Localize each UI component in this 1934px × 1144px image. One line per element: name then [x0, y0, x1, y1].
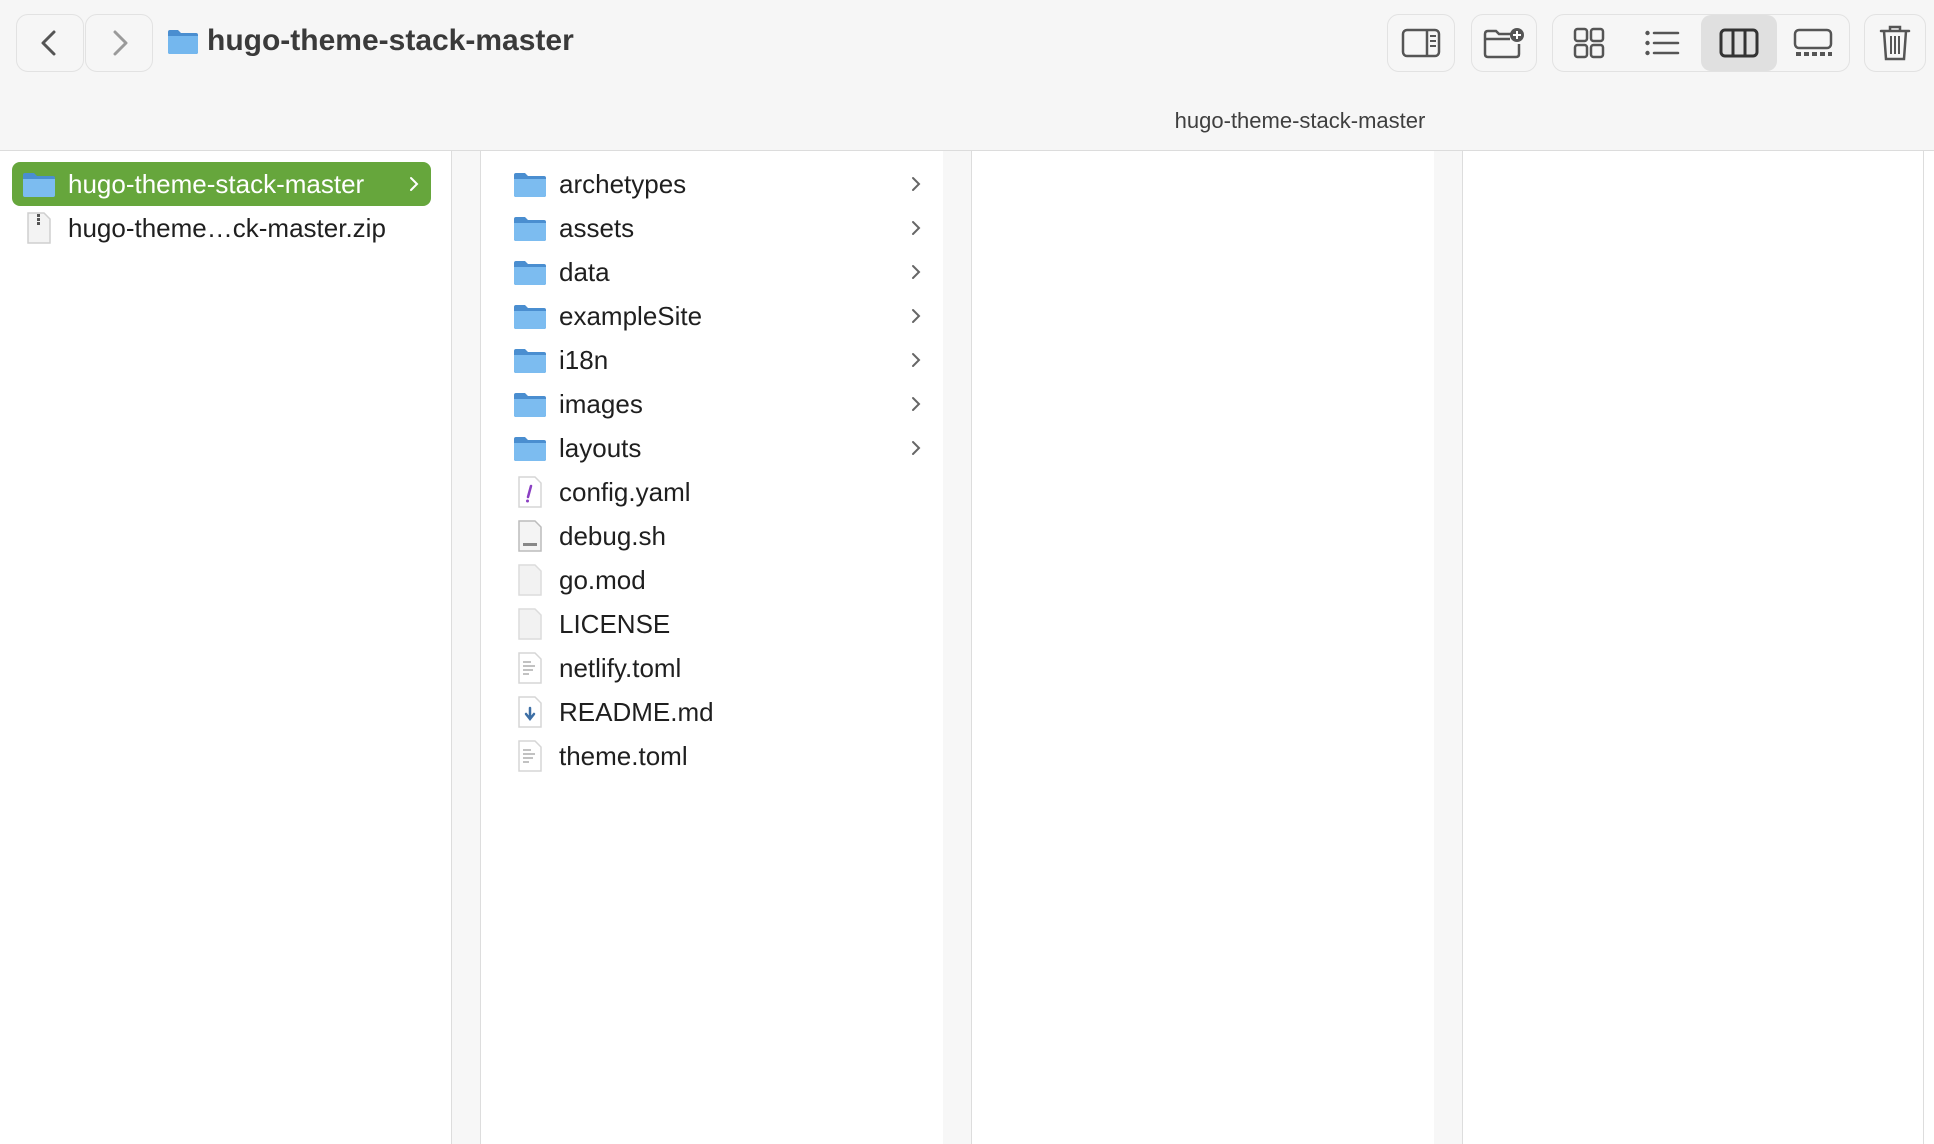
folder-icon: [168, 30, 198, 54]
folder-icon: [22, 170, 56, 198]
column-gap: [943, 151, 971, 1144]
blank-file-icon: [513, 608, 547, 640]
column-view-button[interactable]: [1701, 15, 1777, 71]
list-item-label: exampleSite: [559, 300, 703, 331]
list-item[interactable]: netlify.toml: [513, 646, 933, 690]
list-item[interactable]: debug.sh: [513, 514, 933, 558]
list-item-label: theme.toml: [559, 740, 688, 771]
list-item[interactable]: LICENSE: [513, 602, 933, 646]
list-item-label: data: [559, 256, 610, 287]
column-gap: [452, 151, 480, 1144]
new-folder-icon: [1483, 28, 1524, 59]
markdown-file-icon: [513, 696, 547, 728]
chevron-right-icon: [909, 250, 923, 294]
list-item[interactable]: config.yaml: [513, 470, 933, 514]
gallery-view-icon: [1793, 28, 1833, 56]
gallery-view-button[interactable]: [1777, 15, 1849, 71]
path-label: hugo-theme-stack-master: [1174, 108, 1426, 133]
chevron-right-icon: [909, 294, 923, 338]
grid-view-icon: [1573, 27, 1605, 59]
folder-icon: [513, 346, 547, 374]
column-2[interactable]: archetypes assets data exampleSite i18n …: [480, 151, 944, 1144]
blank-file-icon: [513, 564, 547, 596]
list-item-label: images: [559, 388, 643, 419]
trash-icon: [1879, 25, 1911, 61]
grid-view-button[interactable]: [1553, 15, 1625, 71]
chevron-right-icon: [909, 206, 923, 250]
list-item[interactable]: assets: [513, 206, 933, 250]
folder-icon: [513, 258, 547, 286]
chevron-right-icon: [407, 162, 421, 206]
list-item-label: hugo-theme-stack-master: [68, 168, 365, 199]
folder-icon: [513, 302, 547, 330]
column-4[interactable]: [1462, 151, 1924, 1144]
column-gap: [1434, 151, 1462, 1144]
list-item-label: go.mod: [559, 564, 646, 595]
chevron-right-icon: [909, 426, 923, 470]
list-item-label: hugo-theme…ck-master.zip: [68, 212, 386, 243]
list-item-label: debug.sh: [559, 520, 666, 551]
text-file-icon: [513, 740, 547, 772]
yaml-file-icon: [513, 476, 547, 508]
folder-icon: [513, 170, 547, 198]
list-item[interactable]: exampleSite: [513, 294, 933, 338]
list-item[interactable]: archetypes: [513, 162, 933, 206]
column-1[interactable]: hugo-theme-stack-master hugo-theme…ck-ma…: [0, 151, 452, 1144]
forward-button[interactable]: [85, 14, 153, 72]
list-item[interactable]: go.mod: [513, 558, 933, 602]
list-item[interactable]: data: [513, 250, 933, 294]
chevron-right-icon: [909, 162, 923, 206]
zip-file-icon: [22, 212, 56, 244]
toolbar: hugo-theme-stack-master hugo-theme-stack…: [0, 0, 1934, 151]
list-item-label: i18n: [559, 344, 609, 375]
list-item-label: netlify.toml: [559, 652, 682, 683]
chevron-right-icon: [909, 382, 923, 426]
new-folder-button[interactable]: [1471, 14, 1537, 72]
chevron-right-icon: [909, 338, 923, 382]
sidebar-toggle-button[interactable]: [1387, 14, 1455, 72]
folder-icon: [513, 390, 547, 418]
shell-script-icon: [513, 520, 547, 552]
text-file-icon: [513, 652, 547, 684]
list-view-button[interactable]: [1625, 15, 1699, 71]
list-item[interactable]: hugo-theme…ck-master.zip: [12, 206, 431, 250]
list-item[interactable]: README.md: [513, 690, 933, 734]
chevron-right-icon: [113, 30, 128, 56]
folder-icon: [513, 214, 547, 242]
list-item-label: archetypes: [559, 168, 687, 199]
list-item-label: README.md: [559, 696, 714, 727]
sidebar-toggle-icon: [1401, 28, 1441, 58]
chevron-left-icon: [41, 30, 56, 56]
list-item-label: config.yaml: [559, 476, 691, 507]
trash-button[interactable]: [1864, 14, 1926, 72]
list-item-label: layouts: [559, 432, 642, 463]
window-title: hugo-theme-stack-master: [167, 18, 574, 64]
list-view-icon: [1645, 30, 1680, 56]
column-view-icon: [1719, 28, 1759, 58]
list-item[interactable]: hugo-theme-stack-master: [12, 162, 431, 206]
back-button[interactable]: [16, 14, 84, 72]
column-3[interactable]: [971, 151, 1435, 1144]
list-item[interactable]: theme.toml: [513, 734, 933, 778]
view-mode-group: [1552, 14, 1850, 72]
list-item[interactable]: layouts: [513, 426, 933, 470]
folder-icon: [513, 434, 547, 462]
window-title-text: hugo-theme-stack-master: [207, 24, 574, 57]
list-item-label: assets: [559, 212, 635, 243]
list-item[interactable]: i18n: [513, 338, 933, 382]
list-item-label: LICENSE: [559, 608, 671, 639]
list-item[interactable]: images: [513, 382, 933, 426]
